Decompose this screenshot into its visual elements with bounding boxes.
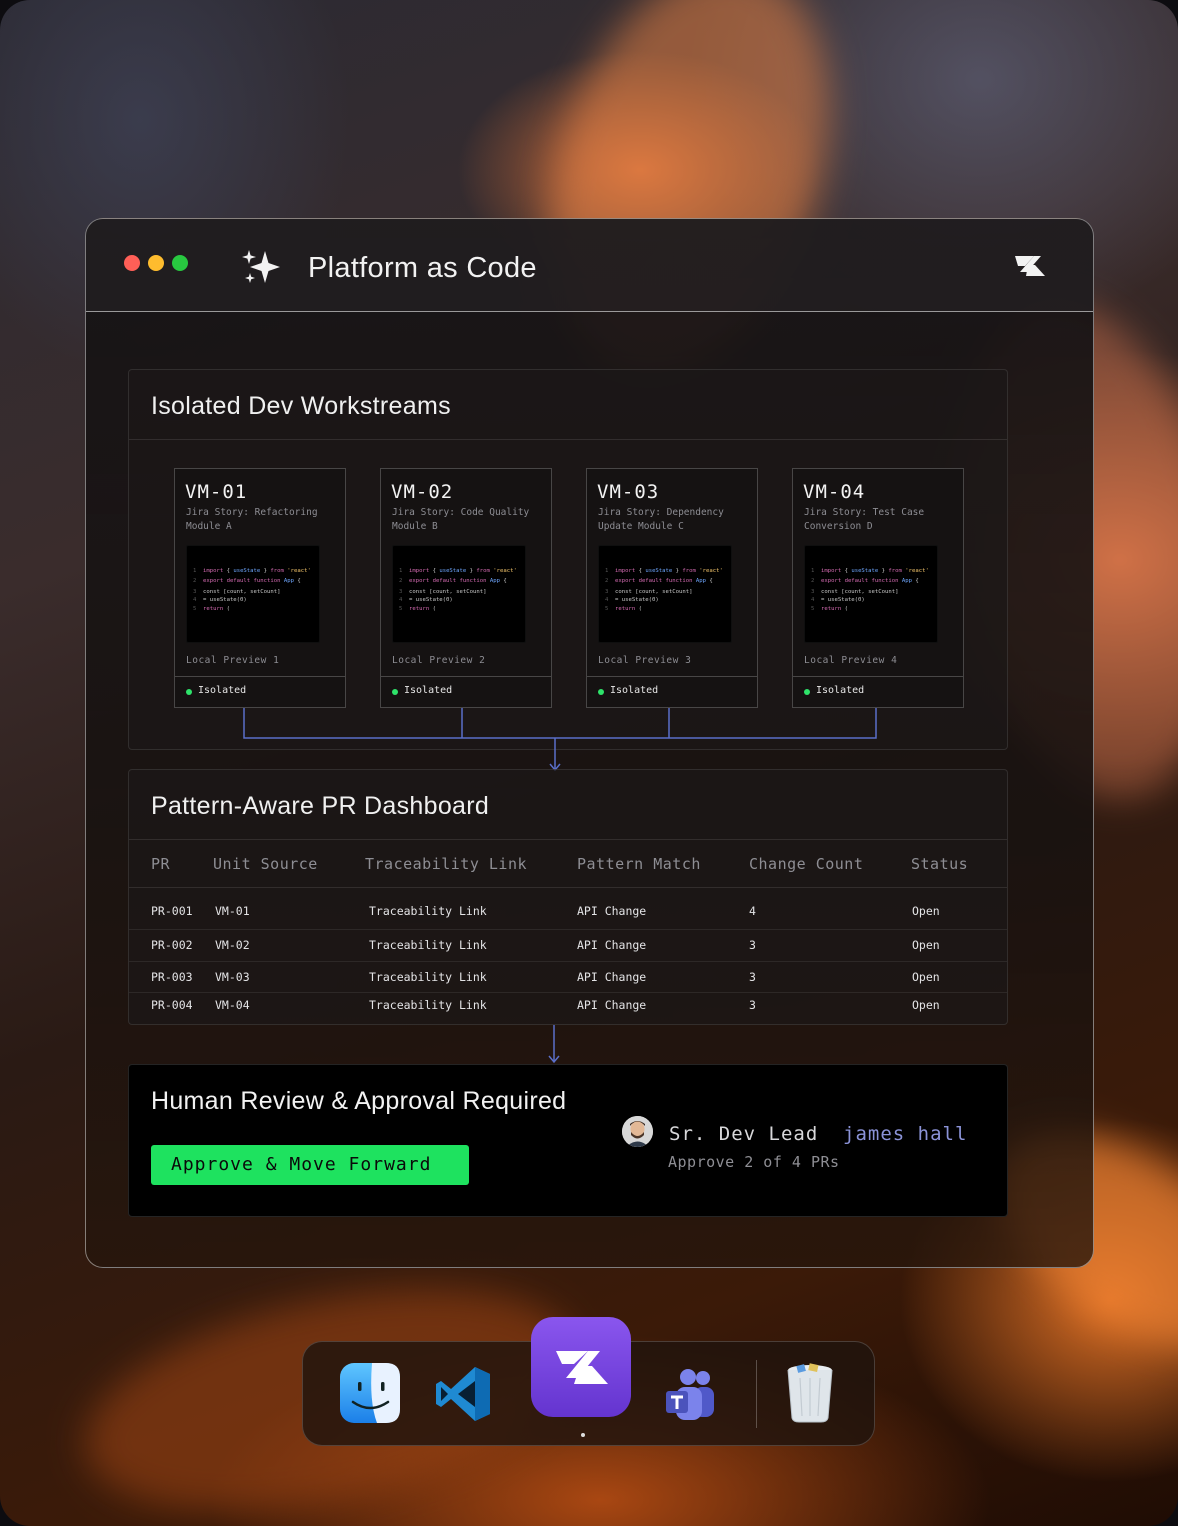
- change-count: 3: [749, 938, 756, 952]
- vm-status-bar: Isolated: [381, 676, 551, 708]
- vscode-icon[interactable]: [433, 1364, 493, 1424]
- pr-status: Open: [912, 938, 940, 952]
- unit-source: VM-02: [215, 938, 250, 952]
- minimize-window-button[interactable]: [148, 255, 164, 271]
- status-dot-icon: [186, 689, 192, 695]
- traceability-link[interactable]: Traceability Link: [369, 970, 487, 984]
- vm-card[interactable]: VM-03 Jira Story: Dependency Update Modu…: [586, 468, 758, 708]
- pr-id: PR-003: [151, 970, 193, 984]
- pattern-match: API Change: [577, 904, 647, 918]
- pr-id: PR-004: [151, 998, 193, 1012]
- avatar: [622, 1116, 653, 1147]
- pr-id: PR-002: [151, 938, 193, 952]
- vm-status-bar: Isolated: [587, 676, 757, 708]
- pattern-match: API Change: [577, 970, 647, 984]
- pr-dashboard-panel: Pattern-Aware PR Dashboard PR Unit Sourc…: [128, 769, 1008, 1025]
- brand-logo-icon: [1015, 256, 1045, 276]
- reviewer-avatar-icon: [622, 1116, 653, 1147]
- vm-status: Isolated: [816, 685, 865, 696]
- finder-icon[interactable]: [339, 1362, 401, 1424]
- maximize-window-button[interactable]: [172, 255, 188, 271]
- vm-preview-label: Local Preview 2: [392, 655, 486, 666]
- table-header: PR Unit Source Traceability Link Pattern…: [129, 840, 1007, 888]
- status-dot-icon: [598, 689, 604, 695]
- pr-status: Open: [912, 970, 940, 984]
- workstreams-panel: Isolated Dev Workstreams VM-01 Jira Stor…: [128, 369, 1008, 772]
- close-window-button[interactable]: [124, 255, 140, 271]
- unit-source: VM-04: [215, 998, 250, 1012]
- status-dot-icon: [392, 689, 398, 695]
- column-header-unit-source[interactable]: Unit Source: [213, 855, 318, 873]
- pr-status: Open: [912, 998, 940, 1012]
- dock: [302, 1317, 875, 1446]
- column-header-status[interactable]: Status: [911, 855, 968, 873]
- vm-preview-label: Local Preview 3: [598, 655, 692, 666]
- vm-preview-label: Local Preview 4: [804, 655, 898, 666]
- platform-app-icon[interactable]: [530, 1316, 632, 1418]
- column-header-traceability[interactable]: Traceability Link: [365, 855, 527, 873]
- vm-status: Isolated: [610, 685, 659, 696]
- reviewer-role: Sr. Dev Lead: [669, 1123, 819, 1145]
- sparkle-icon: [242, 250, 280, 283]
- vm-id: VM-02: [391, 481, 454, 503]
- code-preview: 1 import { useState } from 'react' 2 expor…: [598, 545, 732, 643]
- review-title: Human Review & Approval Required: [151, 1087, 567, 1115]
- trash-icon[interactable]: [783, 1362, 837, 1424]
- unit-source: VM-01: [215, 904, 250, 918]
- vm-status: Isolated: [404, 685, 453, 696]
- traceability-link[interactable]: Traceability Link: [369, 938, 487, 952]
- vm-status-bar: Isolated: [175, 676, 345, 708]
- running-indicator: [581, 1433, 585, 1437]
- vm-preview-label: Local Preview 1: [186, 655, 280, 666]
- pattern-match: API Change: [577, 998, 647, 1012]
- vm-card[interactable]: VM-04 Jira Story: Test Case Conversion D…: [792, 468, 964, 708]
- pattern-match: API Change: [577, 938, 647, 952]
- table-row[interactable]: PR-003 VM-03 Traceability Link API Chang…: [129, 962, 1007, 993]
- code-preview: 1 import { useState } from 'react' 2 expor…: [186, 545, 320, 643]
- approve-summary: Approve 2 of 4 PRs: [668, 1153, 840, 1171]
- review-panel: Human Review & Approval Required Approve…: [128, 1064, 1008, 1217]
- vm-story: Jira Story: Test Case Conversion D: [804, 507, 925, 532]
- unit-source: VM-03: [215, 970, 250, 984]
- vm-story: Jira Story: Dependency Update Module C: [598, 507, 724, 532]
- dock-separator: [756, 1360, 757, 1428]
- vm-id: VM-03: [597, 481, 660, 503]
- vm-status-bar: Isolated: [793, 676, 963, 708]
- change-count: 4: [749, 904, 756, 918]
- table-row[interactable]: PR-001 VM-01 Traceability Link API Chang…: [129, 888, 1007, 930]
- table-row[interactable]: PR-004 VM-04 Traceability Link API Chang…: [129, 993, 1007, 1025]
- reviewer-name[interactable]: james hall: [843, 1123, 967, 1145]
- pr-status: Open: [912, 904, 940, 918]
- vm-story: Jira Story: Code Quality Module B: [392, 507, 530, 532]
- pr-id: PR-001: [151, 904, 193, 918]
- pr-dashboard-title: Pattern-Aware PR Dashboard: [129, 770, 1007, 840]
- column-header-pattern[interactable]: Pattern Match: [577, 855, 701, 873]
- vm-story: Jira Story: Refactoring Module A: [186, 507, 318, 532]
- window-title: Platform as Code: [308, 252, 537, 284]
- status-dot-icon: [804, 689, 810, 695]
- column-header-change-count[interactable]: Change Count: [749, 855, 863, 873]
- traceability-link[interactable]: Traceability Link: [369, 904, 487, 918]
- app-window: Platform as Code Isolated Dev Workstream…: [85, 218, 1094, 1268]
- teams-icon[interactable]: [663, 1368, 719, 1424]
- table-row[interactable]: PR-002 VM-02 Traceability Link API Chang…: [129, 930, 1007, 962]
- vm-card[interactable]: VM-01 Jira Story: Refactoring Module A 1…: [174, 468, 346, 708]
- approve-button[interactable]: Approve & Move Forward: [151, 1145, 469, 1185]
- vm-id: VM-04: [803, 481, 866, 503]
- column-header-pr[interactable]: PR: [151, 855, 170, 873]
- code-preview: 1 import { useState } from 'react' 2 expor…: [804, 545, 938, 643]
- traceability-link[interactable]: Traceability Link: [369, 998, 487, 1012]
- vm-card[interactable]: VM-02 Jira Story: Code Quality Module B …: [380, 468, 552, 708]
- code-preview: 1 import { useState } from 'react' 2 expor…: [392, 545, 526, 643]
- title-bar: Platform as Code: [86, 219, 1093, 312]
- change-count: 3: [749, 970, 756, 984]
- change-count: 3: [749, 998, 756, 1012]
- vm-id: VM-01: [185, 481, 248, 503]
- vm-status: Isolated: [198, 685, 247, 696]
